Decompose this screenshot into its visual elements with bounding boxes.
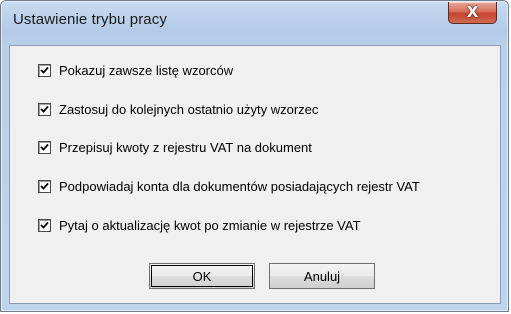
checkmark-icon bbox=[40, 221, 49, 229]
option-label: Pytaj o aktualizację kwot po zmianie w r… bbox=[59, 217, 361, 233]
option-suggest-accounts[interactable]: Podpowiadaj konta dla dokumentów posiada… bbox=[38, 178, 420, 194]
checkbox[interactable] bbox=[38, 63, 51, 77]
dialog-window: Ustawienie trybu pracy X Pokazuj zawsze … bbox=[0, 0, 509, 312]
checkbox[interactable] bbox=[38, 218, 51, 232]
option-copy-vat-amounts[interactable]: Przepisuj kwoty z rejestru VAT na dokume… bbox=[38, 139, 312, 155]
option-label: Podpowiadaj konta dla dokumentów posiada… bbox=[59, 178, 420, 194]
checkmark-icon bbox=[40, 143, 49, 151]
option-label: Zastosuj do kolejnych ostatnio użyty wzo… bbox=[59, 101, 319, 117]
cancel-button[interactable]: Anuluj bbox=[269, 263, 375, 289]
checkbox[interactable] bbox=[38, 179, 51, 193]
checkmark-icon bbox=[40, 182, 49, 190]
dialog-content: Pokazuj zawsze listę wzorców Zastosuj do… bbox=[9, 45, 501, 304]
option-apply-last-template[interactable]: Zastosuj do kolejnych ostatnio użyty wzo… bbox=[38, 101, 318, 117]
option-label: Pokazuj zawsze listę wzorców bbox=[59, 62, 234, 78]
checkbox[interactable] bbox=[38, 102, 51, 116]
window-title: Ustawienie trybu pracy bbox=[13, 11, 167, 28]
option-label: Przepisuj kwoty z rejestru VAT na dokume… bbox=[59, 139, 312, 155]
option-ask-update-amounts[interactable]: Pytaj o aktualizację kwot po zmianie w r… bbox=[38, 217, 361, 233]
checkmark-icon bbox=[40, 66, 49, 74]
close-icon: X bbox=[466, 3, 479, 21]
title-bar[interactable]: Ustawienie trybu pracy X bbox=[1, 1, 508, 45]
close-button[interactable]: X bbox=[448, 2, 497, 24]
option-show-templates-list[interactable]: Pokazuj zawsze listę wzorców bbox=[38, 62, 233, 78]
checkmark-icon bbox=[40, 105, 49, 113]
checkbox[interactable] bbox=[38, 140, 51, 154]
ok-button[interactable]: OK bbox=[149, 263, 255, 289]
